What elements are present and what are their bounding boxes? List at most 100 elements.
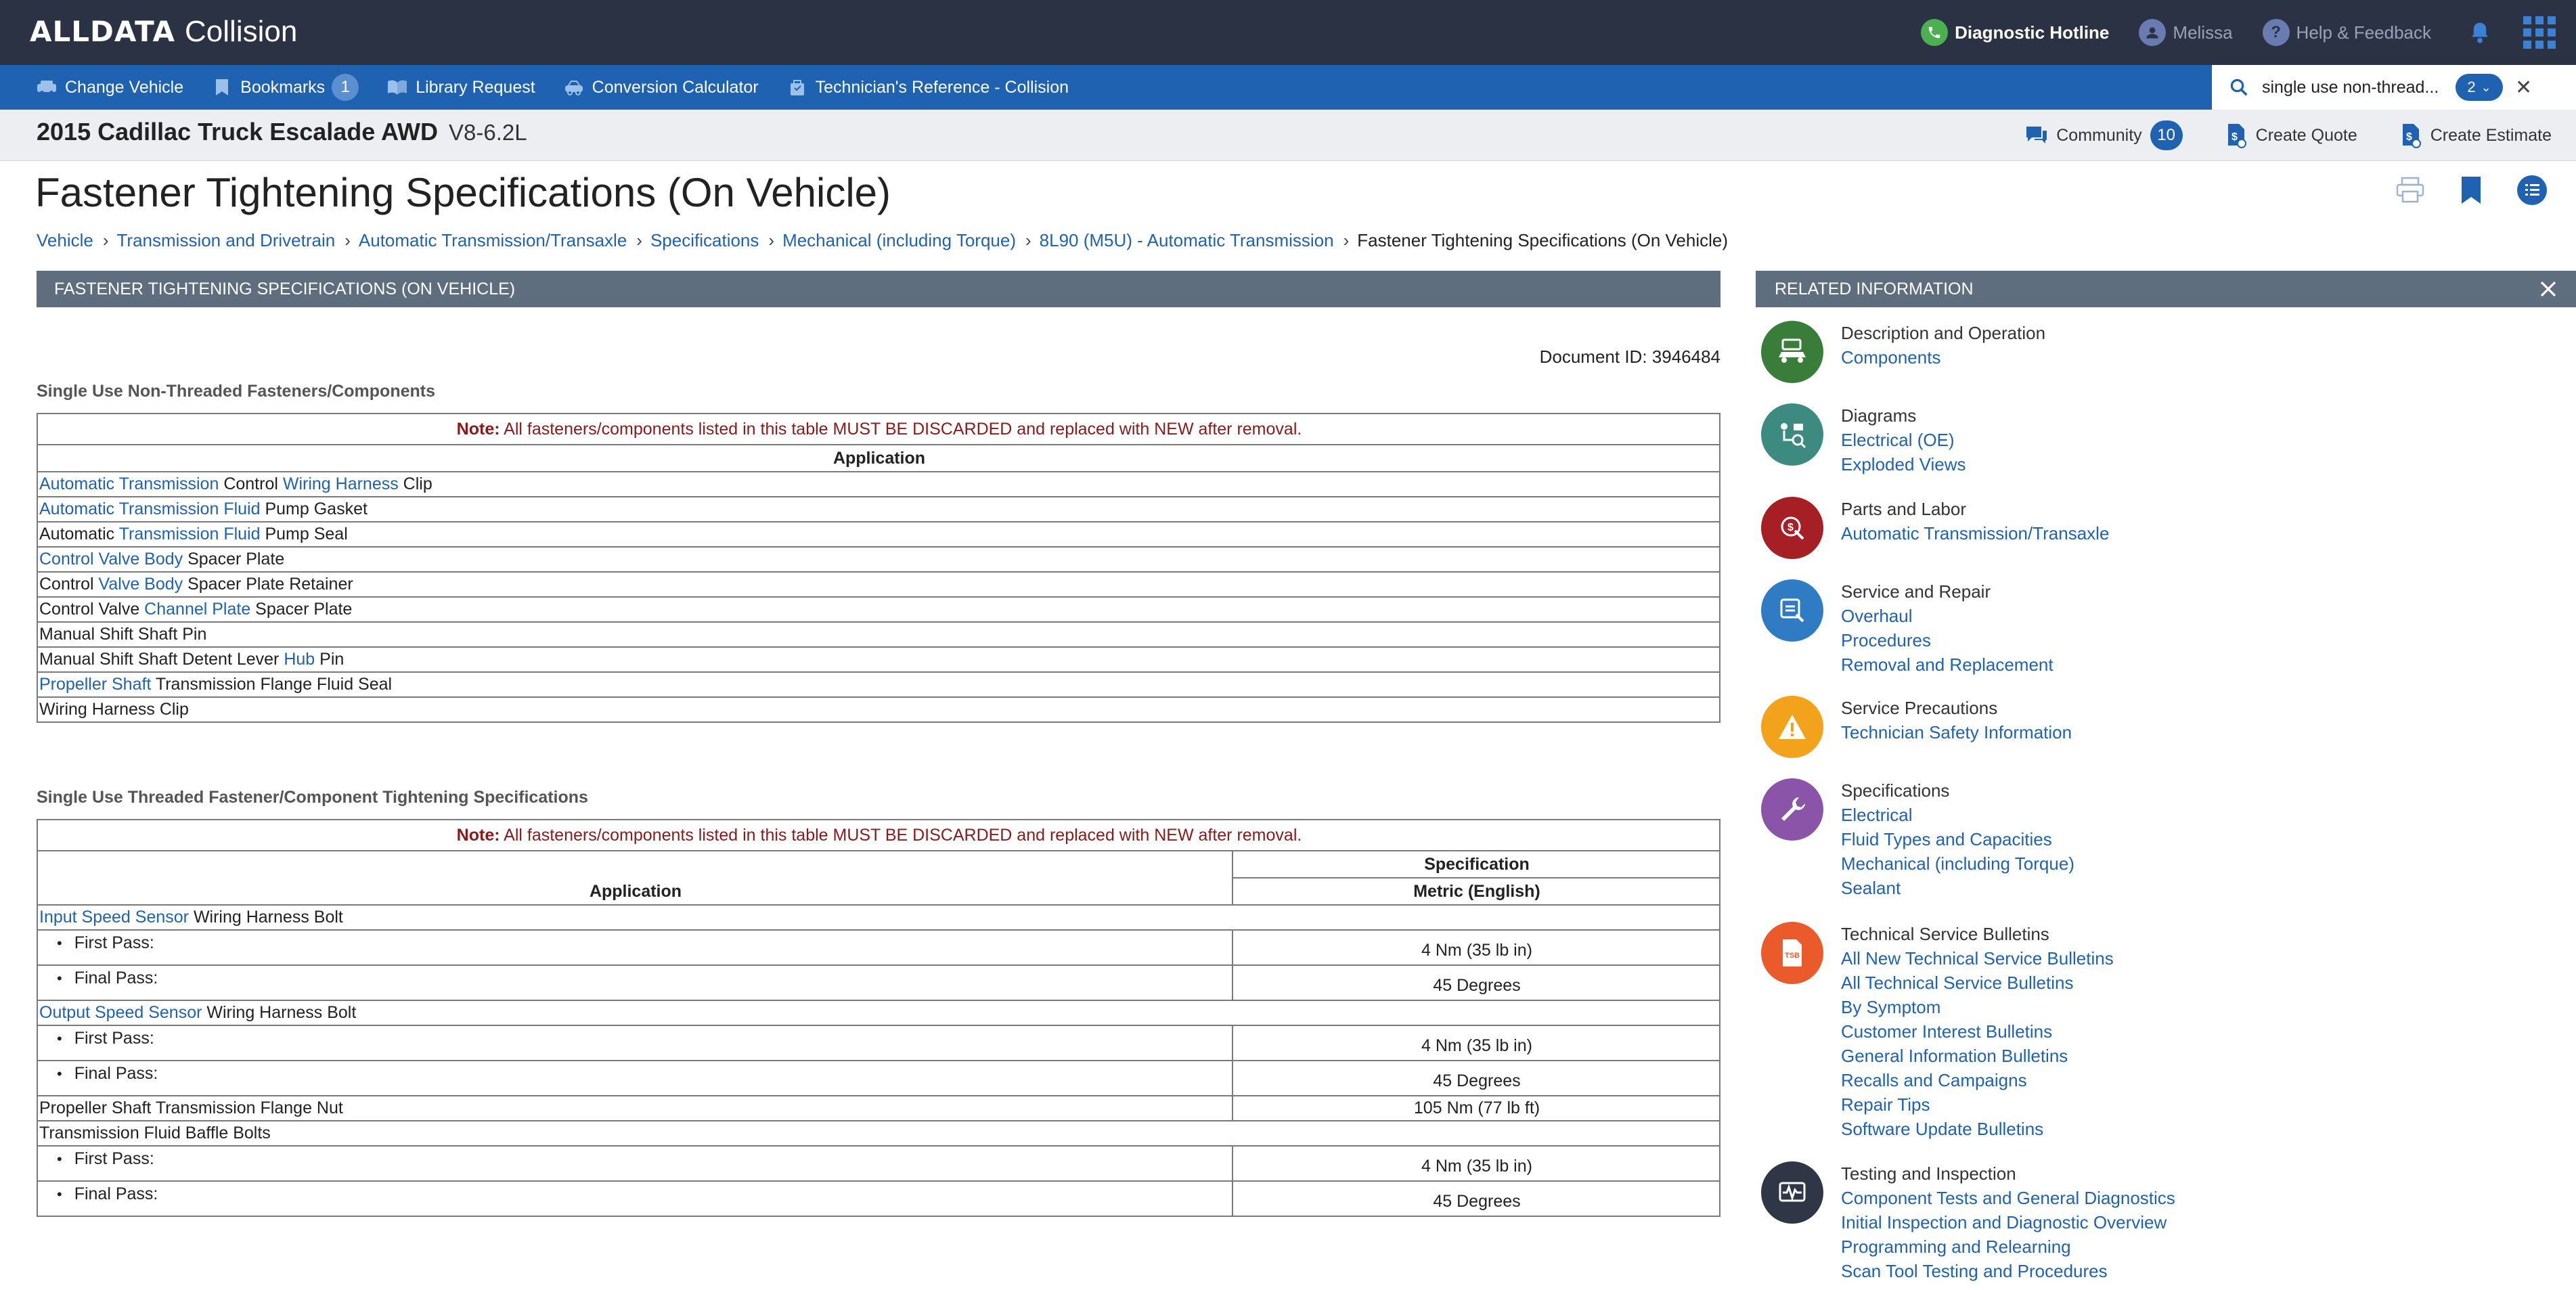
- related-category-label: Testing and Inspection: [1841, 1163, 2016, 1184]
- table-row: Final Pass:45 Degrees: [37, 1060, 1720, 1096]
- page-title: Fastener Tightening Specifications (On V…: [35, 170, 891, 215]
- breadcrumb-link-8l90[interactable]: 8L90 (M5U) - Automatic Transmission: [1040, 230, 1334, 251]
- glossary-link[interactable]: Wiring Harness: [283, 474, 399, 493]
- table-row: Control Valve Body Spacer Plate: [37, 546, 1720, 573]
- notifications-bell-icon[interactable]: [2466, 19, 2493, 46]
- diagnostic-hotline-button[interactable]: Diagnostic Hotline: [1921, 19, 2109, 46]
- svg-text:TSB: TSB: [1785, 952, 1800, 960]
- glossary-link[interactable]: Automatic Transmission Fluid: [39, 499, 261, 518]
- related-link[interactable]: Scan Tool Testing and Procedures: [1841, 1259, 2175, 1283]
- spec-value-cell: 45 Degrees: [1232, 1180, 1720, 1217]
- application-cell: Output Speed Sensor Wiring Harness Bolt: [37, 1000, 1720, 1026]
- chevron-right-icon: ›: [768, 230, 775, 250]
- cell-text: Spacer Plate: [250, 600, 353, 619]
- related-link[interactable]: Sealant: [1841, 876, 2074, 900]
- nav-bookmarks[interactable]: Bookmarks 1: [210, 74, 359, 101]
- document-id: Document ID: 3946484: [1539, 347, 1720, 367]
- glossary-link[interactable]: Propeller Shaft: [39, 675, 151, 694]
- table-row: Automatic Transmission Fluid Pump Gasket: [37, 496, 1720, 522]
- related-link[interactable]: Procedures: [1841, 628, 2053, 652]
- vehicle-name: 2015 Cadillac Truck Escalade AWD: [37, 118, 438, 146]
- spec-value-cell: 45 Degrees: [1232, 1060, 1720, 1096]
- apps-grid-icon[interactable]: [2523, 16, 2556, 49]
- chat-icon: [2024, 123, 2049, 148]
- related-link[interactable]: Software Update Bulletins: [1841, 1117, 2114, 1141]
- related-link[interactable]: Electrical (OE): [1841, 428, 1966, 452]
- bookmark-page-icon[interactable]: [2454, 173, 2488, 207]
- related-link[interactable]: Recalls and Campaigns: [1841, 1068, 2114, 1092]
- create-estimate-label: Create Estimate: [2430, 125, 2552, 145]
- cell-text: Control Valve: [39, 600, 145, 619]
- help-feedback-button[interactable]: ? Help & Feedback: [2262, 19, 2431, 46]
- table-of-contents-icon[interactable]: [2515, 173, 2549, 207]
- glossary-link[interactable]: Output Speed Sensor: [39, 1003, 202, 1022]
- related-link[interactable]: Technician Safety Information: [1841, 720, 2072, 744]
- related-link[interactable]: Fluid Types and Capacities: [1841, 827, 2074, 851]
- column-header-units: Metric (English): [1232, 877, 1720, 906]
- glossary-link[interactable]: Valve Body: [99, 575, 183, 594]
- related-link[interactable]: Exploded Views: [1841, 452, 1966, 476]
- clear-search-icon[interactable]: ✕: [2515, 76, 2532, 99]
- close-icon[interactable]: [2535, 276, 2561, 302]
- glossary-link[interactable]: Automatic Transmission: [39, 474, 219, 493]
- glossary-link[interactable]: Transmission Fluid: [119, 525, 261, 543]
- related-link[interactable]: Programming and Relearning: [1841, 1235, 2175, 1259]
- related-category-label: Description and Operation: [1841, 323, 2046, 343]
- spec-value-cell: 105 Nm (77 lb ft): [1232, 1095, 1720, 1121]
- glossary-link[interactable]: Input Speed Sensor: [39, 908, 189, 927]
- parts-labor-icon: $: [1761, 497, 1823, 559]
- table2-title: Single Use Threaded Fastener/Component T…: [37, 788, 588, 807]
- search-input[interactable]: [2262, 77, 2449, 97]
- nav-change-vehicle[interactable]: Change Vehicle: [35, 77, 183, 97]
- search-icon[interactable]: [2225, 74, 2252, 101]
- cell-text: Propeller Shaft Transmission Flange Nut: [39, 1098, 343, 1117]
- breadcrumb-link-specifications[interactable]: Specifications: [650, 230, 759, 251]
- glossary-link[interactable]: Hub: [284, 650, 315, 669]
- table-group-row: Input Speed Sensor Wiring Harness Bolt: [37, 904, 1720, 931]
- breadcrumb-link-transmission-drivetrain[interactable]: Transmission and Drivetrain: [117, 230, 336, 251]
- related-link[interactable]: Automatic Transmission/Transaxle: [1841, 521, 2109, 546]
- related-link[interactable]: Overhaul: [1841, 604, 2053, 628]
- logo[interactable]: ALLDATA Collision: [30, 15, 297, 50]
- related-category-label: Service and Repair: [1841, 581, 1991, 602]
- related-link[interactable]: Components: [1841, 345, 2045, 370]
- cell-text: Manual Shift Shaft Detent Lever: [39, 650, 284, 669]
- nav-conversion-calculator[interactable]: Conversion Calculator: [562, 77, 759, 97]
- table1-body: Automatic Transmission Control Wiring Ha…: [37, 471, 1720, 723]
- related-link[interactable]: By Symptom: [1841, 995, 2114, 1019]
- create-estimate-button[interactable]: $ Create Estimate: [2398, 123, 2552, 148]
- column-header-specification: Specification: [1232, 850, 1720, 878]
- cell-text: Control: [219, 474, 283, 493]
- related-link[interactable]: General Information Bulletins: [1841, 1044, 2114, 1068]
- nav-library-request[interactable]: Library Request: [386, 77, 535, 97]
- related-link[interactable]: Removal and Replacement: [1841, 652, 2053, 677]
- breadcrumb-link-vehicle[interactable]: Vehicle: [37, 230, 93, 251]
- related-category-label: Diagrams: [1841, 405, 1917, 426]
- print-icon[interactable]: [2393, 173, 2427, 207]
- related-link[interactable]: Electrical: [1841, 803, 2074, 827]
- nav-technicians-reference[interactable]: Technician's Reference - Collision: [786, 77, 1069, 97]
- glossary-link[interactable]: Control Valve Body: [39, 550, 183, 569]
- related-link[interactable]: Component Tests and General Diagnostics: [1841, 1186, 2175, 1210]
- related-link[interactable]: Repair Tips: [1841, 1092, 2114, 1117]
- top-bar: ALLDATA Collision Diagnostic Hotline Mel…: [0, 0, 2576, 65]
- create-quote-button[interactable]: $ Create Quote: [2223, 123, 2357, 148]
- related-link[interactable]: All Technical Service Bulletins: [1841, 971, 2114, 995]
- table1-title: Single Use Non-Threaded Fasteners/Compon…: [37, 382, 435, 401]
- community-button[interactable]: Community 10: [2024, 120, 2183, 150]
- logo-product: Collision: [185, 15, 298, 48]
- related-link[interactable]: Initial Inspection and Diagnostic Overvi…: [1841, 1210, 2175, 1235]
- svg-text:$: $: [1787, 522, 1794, 533]
- related-link[interactable]: Mechanical (including Torque): [1841, 851, 2074, 876]
- glossary-link[interactable]: Channel Plate: [144, 600, 250, 619]
- related-link[interactable]: All New Technical Service Bulletins: [1841, 946, 2114, 971]
- table-row: Control Valve Body Spacer Plate Retainer: [37, 571, 1720, 598]
- search-hit-count-dropdown[interactable]: 2 ⌄: [2456, 74, 2503, 101]
- breadcrumb: Vehicle › Transmission and Drivetrain › …: [37, 230, 1728, 251]
- related-link[interactable]: Customer Interest Bulletins: [1841, 1019, 2114, 1044]
- column-header-application: Application: [37, 850, 1233, 906]
- breadcrumb-link-automatic-transmission[interactable]: Automatic Transmission/Transaxle: [359, 230, 627, 251]
- breadcrumb-link-mechanical[interactable]: Mechanical (including Torque): [782, 230, 1016, 251]
- user-menu[interactable]: Melissa: [2139, 19, 2233, 46]
- cell-text: Wiring Harness Bolt: [189, 908, 343, 927]
